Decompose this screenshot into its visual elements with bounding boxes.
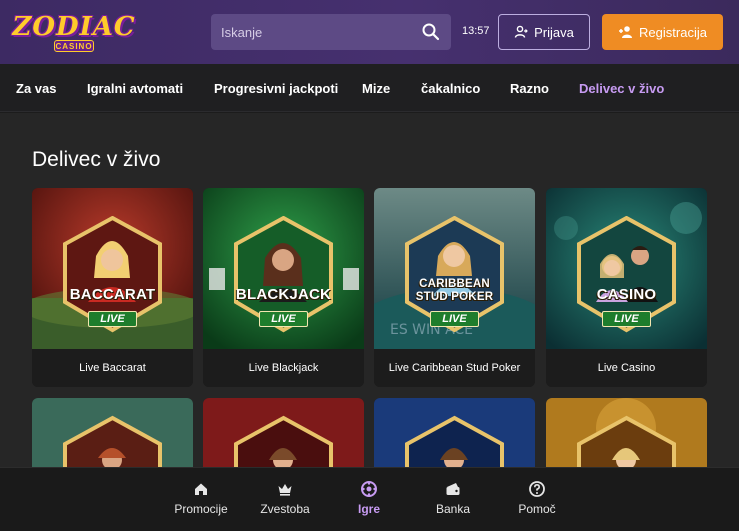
page-title: Delivec v živo [32,148,161,171]
live-badge: LIVE [259,311,308,327]
game-thumbnail [32,398,193,478]
register-button[interactable]: Registracija [602,14,723,50]
tab-label: Igre [357,502,380,516]
tab-label: Banka [435,502,471,516]
game-card-baccarat[interactable]: BACCARAT LIVE Live Baccarat [32,188,193,387]
bottom-navigation: Promocije Zvestoba Igre Banka Pomoč [0,467,739,531]
login-button[interactable]: Prijava [498,14,590,50]
register-label: Registracija [639,24,707,40]
caribbean-stud-poker-badge: CARIBBEAN STUD POKER LIVE [404,216,505,334]
search-icon[interactable] [421,22,441,42]
logo-wordmark: ZODIAC [12,12,136,42]
nav-item-razno[interactable]: Razno [510,81,549,96]
tab-label: Pomoč [518,502,556,516]
badge-line-1: CARIBBEAN [419,278,490,290]
tab-banka[interactable]: Banka [416,480,490,524]
caribbean-stud-poker-badge-text: CARIBBEAN STUD POKER [404,278,505,304]
add-user-icon [619,26,633,38]
wallet-icon [446,483,460,495]
live-badge: LIVE [430,311,479,327]
game-title: Live Casino [546,349,707,387]
game-card-row2-1[interactable] [32,398,193,478]
nav-item-delivec-v-zivo[interactable]: Delivec v živo [579,81,664,96]
login-label: Prijava [534,24,574,40]
game-thumbnail [546,398,707,478]
game-card-row2-3[interactable] [374,398,535,478]
category-nav: Za vas Igralni avtomati Progresivni jack… [0,64,739,112]
baccarat-badge-text: BACCARAT [69,286,156,303]
clock-time: 13:57 [462,25,490,37]
game-title: Live Blackjack [203,349,364,387]
nav-item-za-vas[interactable]: Za vas [16,81,56,96]
tab-zvestoba[interactable]: Zvestoba [248,480,322,524]
game-thumbnail [203,398,364,478]
game-thumbnail [374,398,535,478]
tab-label: Promocije [174,502,228,516]
games-icon [361,481,377,497]
casino-badge-text: CASINO [596,286,657,303]
nav-item-progresivni-jackpoti[interactable]: Progresivni jackpoti [214,81,338,96]
game-card-blackjack[interactable]: BLACKJACK LIVE Live Blackjack [203,188,364,387]
tab-promocije[interactable]: Promocije [164,480,238,524]
tab-igre[interactable]: Igre [332,480,406,524]
zodiac-casino-logo[interactable]: ZODIAC CASINO [12,12,136,52]
logo-subtext: CASINO [54,40,94,52]
blackjack-badge: BLACKJACK LIVE [233,216,334,334]
casino-badge: CASINO LIVE [576,216,677,334]
tab-label: Zvestoba [260,502,310,516]
badge-line-2: STUD POKER [415,291,494,303]
nav-item-mize[interactable]: Mize [362,81,390,96]
search-box [211,14,451,50]
home-icon [195,483,207,495]
game-title: Live Baccarat [32,349,193,387]
help-icon [529,481,545,497]
user-login-icon [514,25,528,38]
game-title: Live Caribbean Stud Poker [374,349,535,387]
game-card-row2-2[interactable] [203,398,364,478]
game-card-row2-4[interactable] [546,398,707,478]
baccarat-badge: BACCARAT LIVE [62,216,163,334]
game-card-casino[interactable]: CASINO LIVE Live Casino [546,188,707,387]
top-header: ZODIAC CASINO 13:57 Prijava Registracija [0,0,739,64]
nav-item-igralni-avtomati[interactable]: Igralni avtomati [87,81,183,96]
nav-item-cakalnico[interactable]: čakalnico [421,81,480,96]
game-card-caribbean-stud-poker[interactable]: ES WIN ACE CARIBBEAN STUD POKER LIVE Liv… [374,188,535,387]
crown-icon [278,484,292,496]
blackjack-badge-text: BLACKJACK [235,286,332,303]
tab-pomoc[interactable]: Pomoč [500,480,574,524]
live-badge: LIVE [602,311,651,327]
search-input[interactable] [211,14,416,50]
live-badge: LIVE [88,311,137,327]
